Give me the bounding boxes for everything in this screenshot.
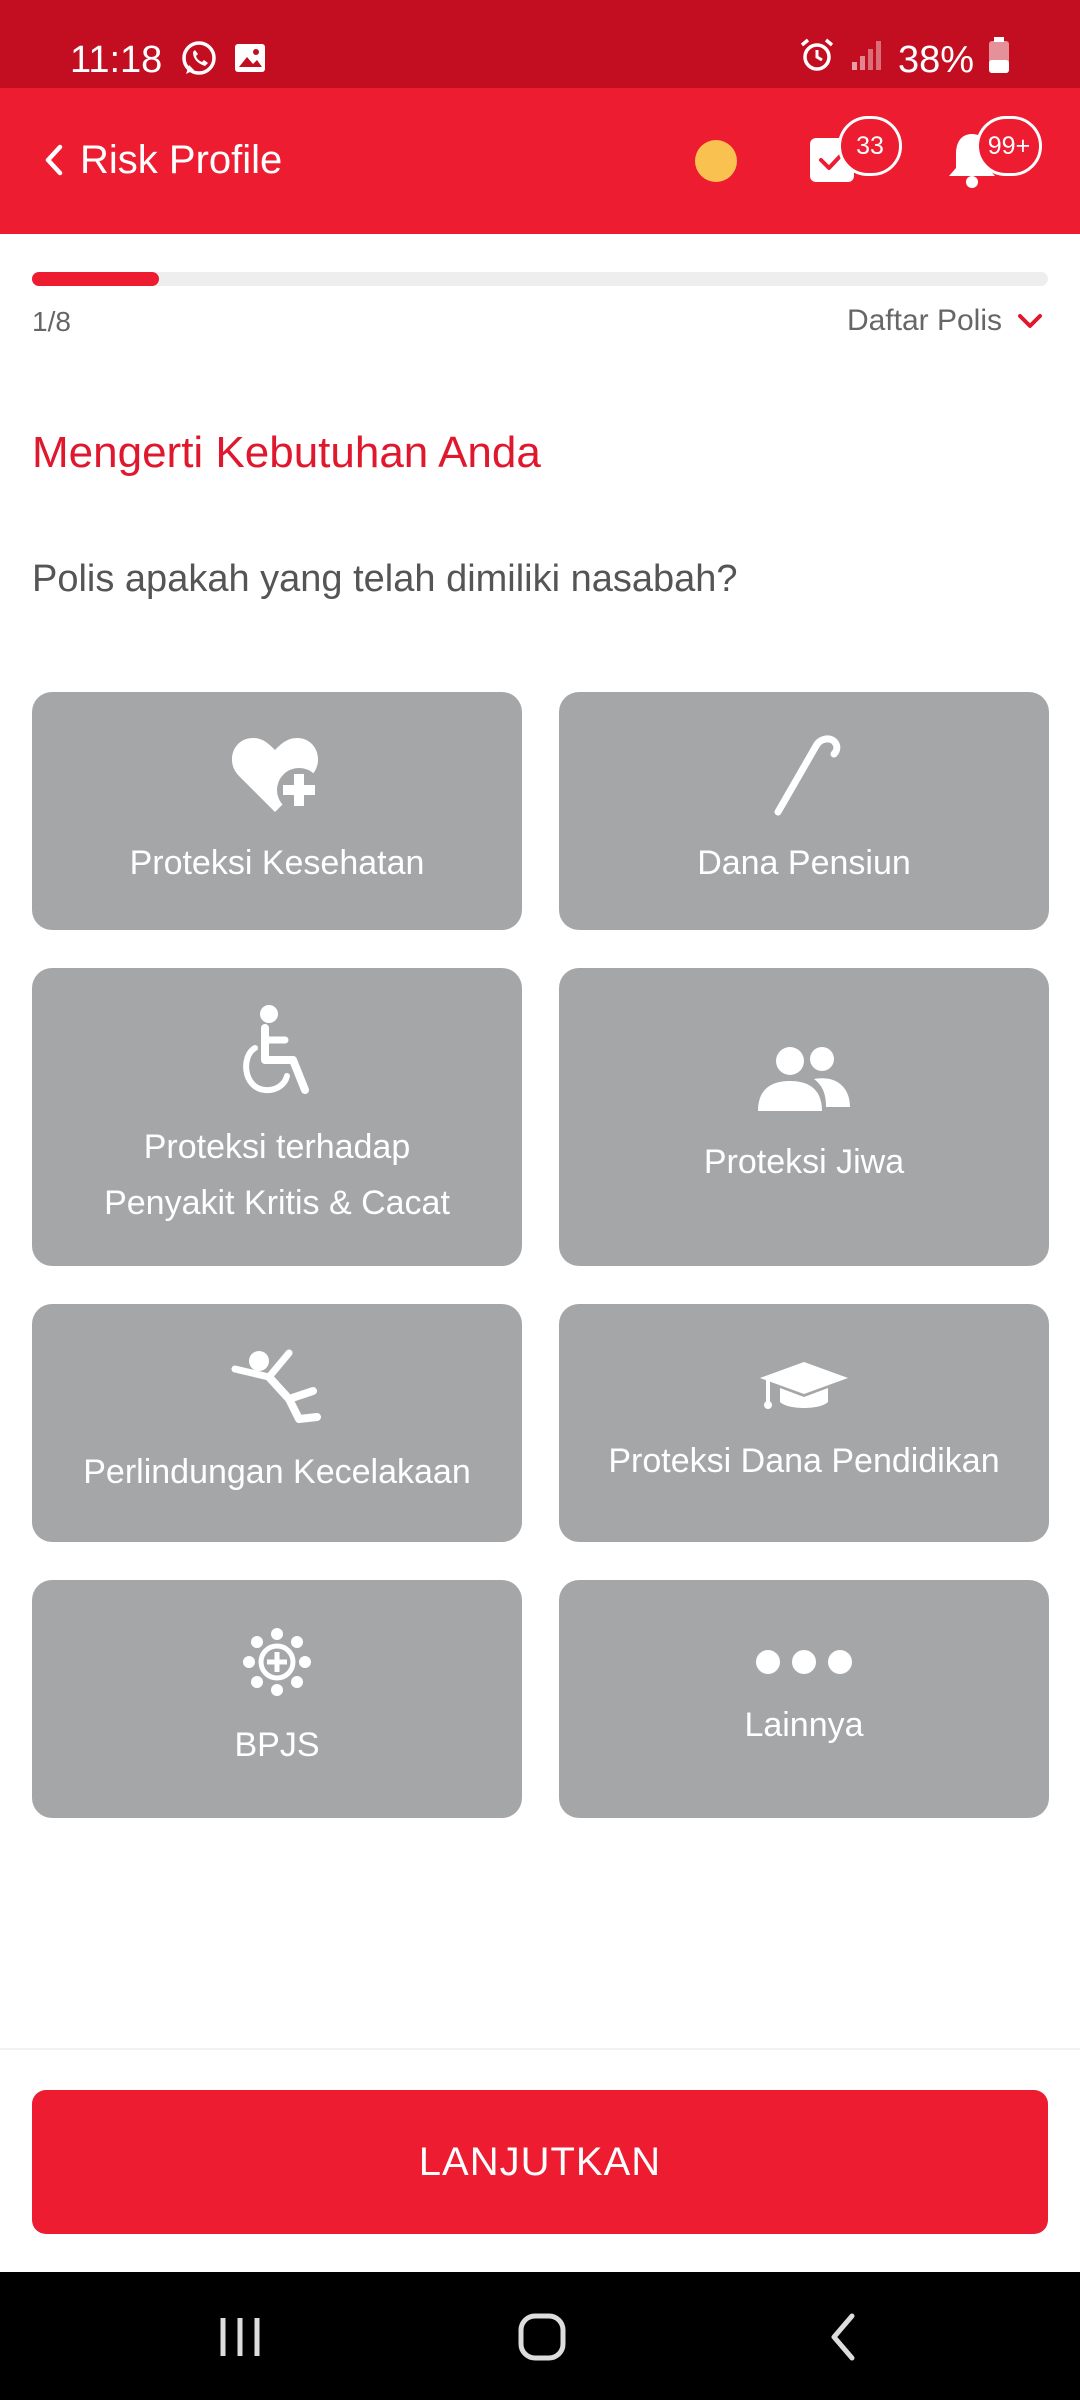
question-text: Polis apakah yang telah dimiliki nasabah… [32,558,738,600]
status-dot [695,140,737,182]
signal-icon [850,38,884,82]
whatsapp-icon [180,40,218,83]
heart-plus-icon [229,732,325,821]
option-label: Perlindungan Kecelakaan [83,1452,471,1491]
back-arrow-icon [831,2313,855,2361]
option-dana-pensiun[interactable]: Dana Pensiun [559,692,1049,930]
wheelchair-icon [237,1004,317,1105]
section-title: Mengerti Kebutuhan Anda [32,428,541,477]
option-label: Lainnya [744,1705,864,1744]
policy-list-dropdown[interactable]: Daftar Polis [847,304,1044,338]
option-proteksi-jiwa[interactable]: Proteksi Jiwa [559,968,1049,1266]
option-label: Proteksi Jiwa [703,1142,905,1181]
home-button[interactable] [502,2302,582,2372]
option-label: Proteksi Kesehatan [129,843,425,882]
battery-icon [988,36,1010,84]
back-button[interactable] [24,130,84,190]
status-time: 11:18 [70,39,163,81]
divider [0,2048,1080,2050]
cane-icon [764,732,844,821]
option-bpjs[interactable]: BPJS [32,1580,522,1818]
option-proteksi-penyakit-kritis[interactable]: Proteksi terhadap Penyakit Kritis & Caca… [32,968,522,1266]
battery-text: 38% [897,38,974,81]
progress-bar [32,272,1048,286]
app-bar: Risk Profile 33 99+ [0,88,1080,234]
status-right: 38% [798,36,1010,84]
alarm-icon [798,36,836,84]
graduation-cap-icon [758,1358,850,1419]
system-nav-bar [0,2272,1080,2400]
bpjs-icon [241,1626,313,1703]
gallery-icon [232,40,268,83]
option-perlindungan-kecelakaan[interactable]: Perlindungan Kecelakaan [32,1304,522,1542]
option-label-line2: Penyakit Kritis & Cacat [104,1183,450,1222]
chevron-left-icon [45,144,63,176]
option-proteksi-kesehatan[interactable]: Proteksi Kesehatan [32,692,522,930]
status-bar: 11:18 38% [0,0,1080,88]
option-label-line1: Proteksi terhadap [143,1127,411,1166]
falling-person-icon [229,1347,325,1430]
home-icon [518,2313,566,2361]
progress-fill [32,272,159,286]
notifications-badge: 99+ [976,116,1042,176]
option-label: BPJS [234,1725,320,1764]
policy-list-label: Daftar Polis [846,304,1002,337]
system-back-button[interactable] [804,2302,884,2372]
step-indicator: 1/8 [32,306,71,337]
option-label: Dana Pensiun [697,843,911,882]
chevron-down-icon [1018,314,1042,328]
page-title: Risk Profile [80,138,283,182]
tasks-badge: 33 [838,116,902,176]
option-label: Proteksi Dana Pendidikan [608,1441,1000,1480]
people-icon [756,1045,852,1120]
recent-apps-button[interactable] [200,2302,280,2372]
continue-button[interactable]: LANJUTKAN [32,2090,1048,2234]
more-dots-icon [754,1646,854,1683]
option-lainnya[interactable]: Lainnya [559,1580,1049,1818]
option-proteksi-dana-pendidikan[interactable]: Proteksi Dana Pendidikan [559,1304,1049,1542]
status-left-icons [180,40,268,83]
recent-apps-icon [220,2318,260,2356]
